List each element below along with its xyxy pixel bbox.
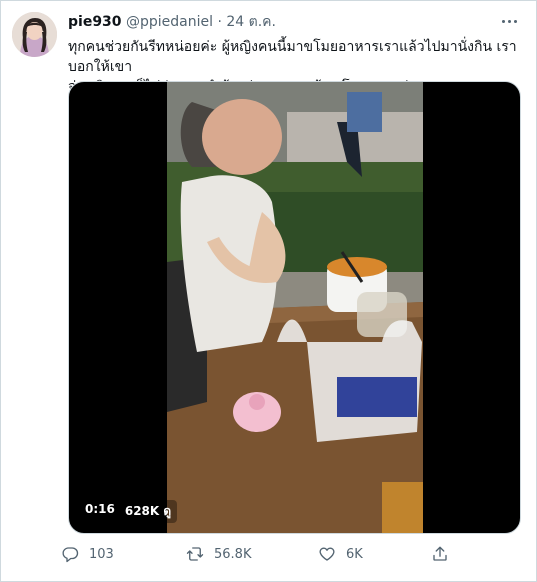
tweet-header: pie930 @ppiedaniel · 24 ต.ค.: [68, 12, 496, 32]
retweet-count: 56.8K: [214, 546, 252, 562]
tweet-date[interactable]: 24 ต.ค.: [226, 14, 276, 30]
reply-count: 103: [89, 546, 114, 562]
reply-button[interactable]: 103: [61, 543, 114, 565]
retweet-button[interactable]: 56.8K: [186, 543, 251, 565]
like-icon: [319, 547, 335, 561]
more-icon[interactable]: [496, 11, 522, 31]
tweet-card: pie930 @ppiedaniel · 24 ต.ค. ทุกคนช่วยกั…: [0, 0, 537, 582]
video-frame: [167, 82, 423, 533]
reply-icon: [62, 547, 79, 563]
separator-dot: ·: [217, 14, 222, 30]
video-thumbnail: [167, 82, 423, 533]
share-icon: [433, 546, 447, 561]
retweet-icon: [186, 547, 204, 561]
user-handle[interactable]: @ppiedaniel: [126, 14, 213, 30]
display-name[interactable]: pie930: [68, 14, 122, 30]
share-button[interactable]: [431, 543, 449, 565]
like-count: 6K: [346, 546, 363, 562]
like-button[interactable]: 6K: [318, 543, 363, 565]
video-views: 628K ดู: [124, 504, 172, 518]
video-player[interactable]: 0:16 628K ดู: [68, 81, 521, 534]
avatar[interactable]: [12, 12, 57, 57]
avatar-image: [12, 12, 57, 57]
video-badge: 0:16 628K ดู: [79, 500, 178, 523]
video-duration: 0:16: [85, 502, 115, 516]
action-bar: 103 56.8K 6K: [61, 543, 491, 565]
